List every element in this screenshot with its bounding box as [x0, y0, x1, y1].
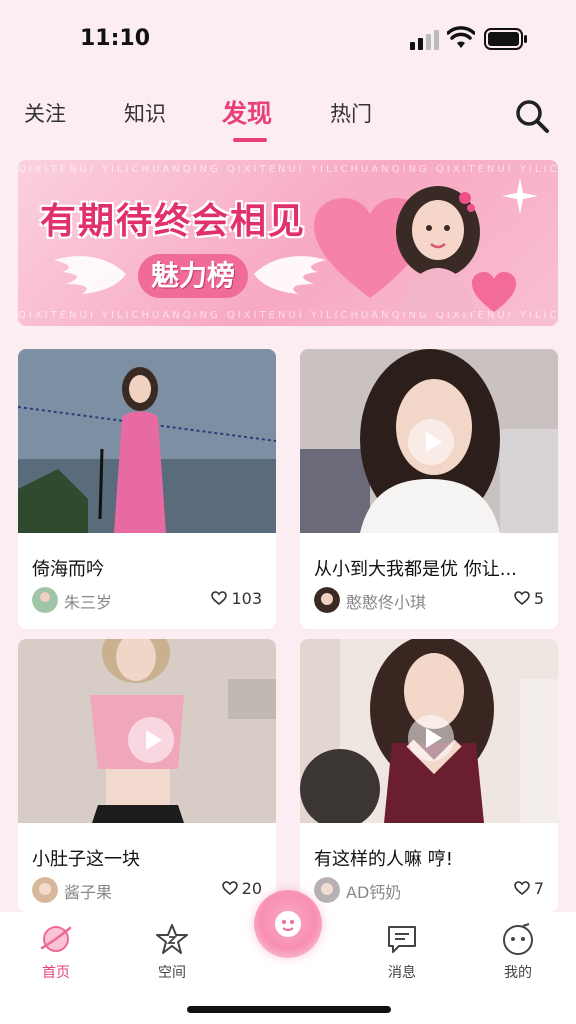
nav-home-label: 首页 [42, 965, 70, 981]
like-count[interactable]: 20 [221, 879, 262, 898]
message-icon [388, 926, 416, 953]
play-icon[interactable] [128, 717, 174, 763]
author-name: AD钙奶 [346, 883, 402, 902]
card-image-seaside [18, 349, 276, 533]
home-planet-icon [40, 926, 72, 952]
tab-discover[interactable]: 发现 [222, 94, 272, 130]
home-indicator [187, 1006, 391, 1013]
tab-hot[interactable]: 热门 [330, 98, 372, 128]
avatar [32, 587, 58, 613]
avatar [314, 877, 340, 903]
avatar [32, 877, 58, 903]
status-bar: 11:10 [0, 0, 576, 80]
tab-follow[interactable]: 关注 [24, 98, 66, 128]
face-icon [503, 923, 533, 955]
heart-outline-icon [211, 591, 228, 605]
nav-space-label: 空间 [158, 965, 186, 981]
like-count-value: 103 [231, 589, 262, 608]
play-icon[interactable] [408, 715, 454, 761]
wifi-icon [447, 26, 475, 48]
banner-subtitle: 魅力榜 [138, 254, 248, 298]
author-name: 憨憨佟小琪 [346, 593, 427, 612]
search-icon[interactable] [514, 98, 550, 134]
like-count-value: 7 [533, 879, 544, 898]
banner-title: 有期待终会相见 [40, 201, 307, 242]
smile-face-icon [275, 911, 301, 937]
feed-card[interactable]: 从小到大我都是优 你让... 憨憨佟小琪 5 [300, 349, 558, 629]
card-title: 有这样的人嘛 哼! [314, 849, 453, 870]
nav-messages-label: 消息 [388, 965, 416, 981]
like-count[interactable]: 5 [514, 589, 544, 608]
tab-knowledge[interactable]: 知识 [124, 98, 166, 128]
like-count[interactable]: 7 [514, 879, 544, 898]
heart-outline-icon [514, 591, 530, 605]
card-title: 小肚子这一块 [32, 849, 140, 870]
cellular-signal-icon [410, 30, 439, 50]
heart-outline-icon [221, 881, 238, 895]
center-action-button[interactable] [254, 890, 322, 958]
heart-outline-icon [514, 881, 530, 895]
nav-messages[interactable]: 消息 [362, 922, 442, 982]
nav-space[interactable]: 空间 [132, 922, 212, 982]
small-heart-icon [472, 272, 516, 312]
nav-me[interactable]: 我的 [478, 922, 558, 982]
right-wing-icon [254, 256, 326, 294]
like-count[interactable]: 103 [211, 589, 262, 608]
avatar [314, 587, 340, 613]
active-tab-indicator [233, 138, 267, 142]
battery-icon [484, 28, 527, 50]
status-time: 11:10 [80, 26, 151, 51]
feed-card[interactable]: 有这样的人嘛 哼! AD钙奶 7 [300, 639, 558, 912]
card-title: 倚海而吟 [32, 559, 104, 580]
left-wing-icon [54, 256, 126, 294]
author-name: 酱子果 [64, 883, 113, 902]
charm-ranking-banner[interactable]: QIXITENUI YILICHUANQING QIXITENUI YILICH… [18, 160, 558, 326]
like-count-value: 5 [533, 589, 544, 608]
star-icon [156, 924, 188, 954]
top-tabs: 关注 知识 发现 热门 [0, 88, 576, 148]
feed-card[interactable]: 小肚子这一块 酱子果 20 [18, 639, 276, 912]
nav-me-label: 我的 [504, 965, 532, 981]
feed-card[interactable]: 倚海而吟 朱三岁 103 [18, 349, 276, 629]
nav-home[interactable]: 首页 [16, 922, 96, 982]
sparkle-icon [502, 178, 538, 214]
card-title: 从小到大我都是优 你让... [314, 559, 517, 580]
author-name: 朱三岁 [64, 593, 113, 612]
like-count-value: 20 [241, 879, 262, 898]
play-icon[interactable] [408, 419, 454, 465]
